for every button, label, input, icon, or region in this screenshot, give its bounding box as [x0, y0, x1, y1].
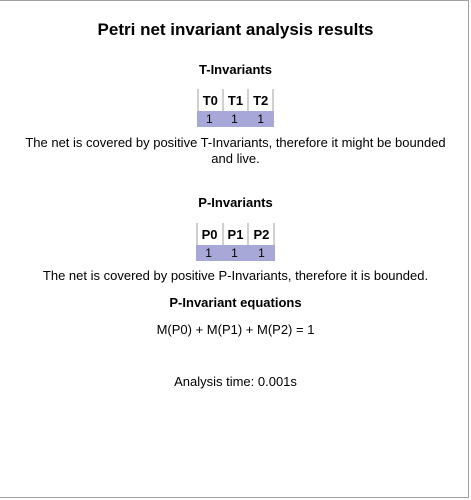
analysis-time: Analysis time: 0.001s — [174, 374, 297, 389]
t-invariants-table: T0 T1 T2 1 1 1 — [196, 89, 275, 127]
t-invariants-heading: T-Invariants — [199, 62, 272, 77]
p-invariant-equation: M(P0) + M(P1) + M(P2) = 1 — [156, 322, 315, 337]
t-invariant-column-header: T0 — [196, 89, 222, 111]
page-title: Petri net invariant analysis results — [97, 20, 374, 39]
p-invariants-table: P0 P1 P2 1 1 1 — [195, 223, 276, 261]
p-invariants-message: The net is covered by positive P-Invaria… — [42, 268, 429, 283]
t-invariant-column-header: T2 — [247, 89, 275, 111]
p-invariant-column-header: P0 — [195, 223, 222, 245]
t-invariants-message-line: The net is covered by positive T-Invaria… — [25, 135, 446, 150]
p-invariant-value: 1 — [221, 245, 248, 261]
p-invariants-header-row: P0 P1 P2 — [195, 223, 276, 245]
t-invariants-header-row: T0 T1 T2 — [196, 89, 275, 111]
p-invariant-column-header: P1 — [221, 223, 248, 245]
t-invariant-value: 1 — [221, 111, 248, 127]
t-invariants-message-line: and live. — [211, 151, 260, 166]
t-invariant-value: 1 — [196, 111, 222, 127]
t-invariant-column-header: T1 — [221, 89, 248, 111]
p-invariants-heading: P-Invariants — [198, 195, 273, 210]
p-invariant-value: 1 — [195, 245, 222, 261]
p-invariants-value-row: 1 1 1 — [195, 245, 276, 261]
t-invariants-value-row: 1 1 1 — [196, 111, 275, 127]
t-invariant-value: 1 — [247, 111, 275, 127]
p-invariant-value: 1 — [247, 245, 276, 261]
t-invariants-message: The net is covered by positive T-Invaria… — [0, 135, 471, 167]
p-invariant-column-header: P2 — [247, 223, 276, 245]
p-equations-heading: P-Invariant equations — [169, 295, 302, 310]
